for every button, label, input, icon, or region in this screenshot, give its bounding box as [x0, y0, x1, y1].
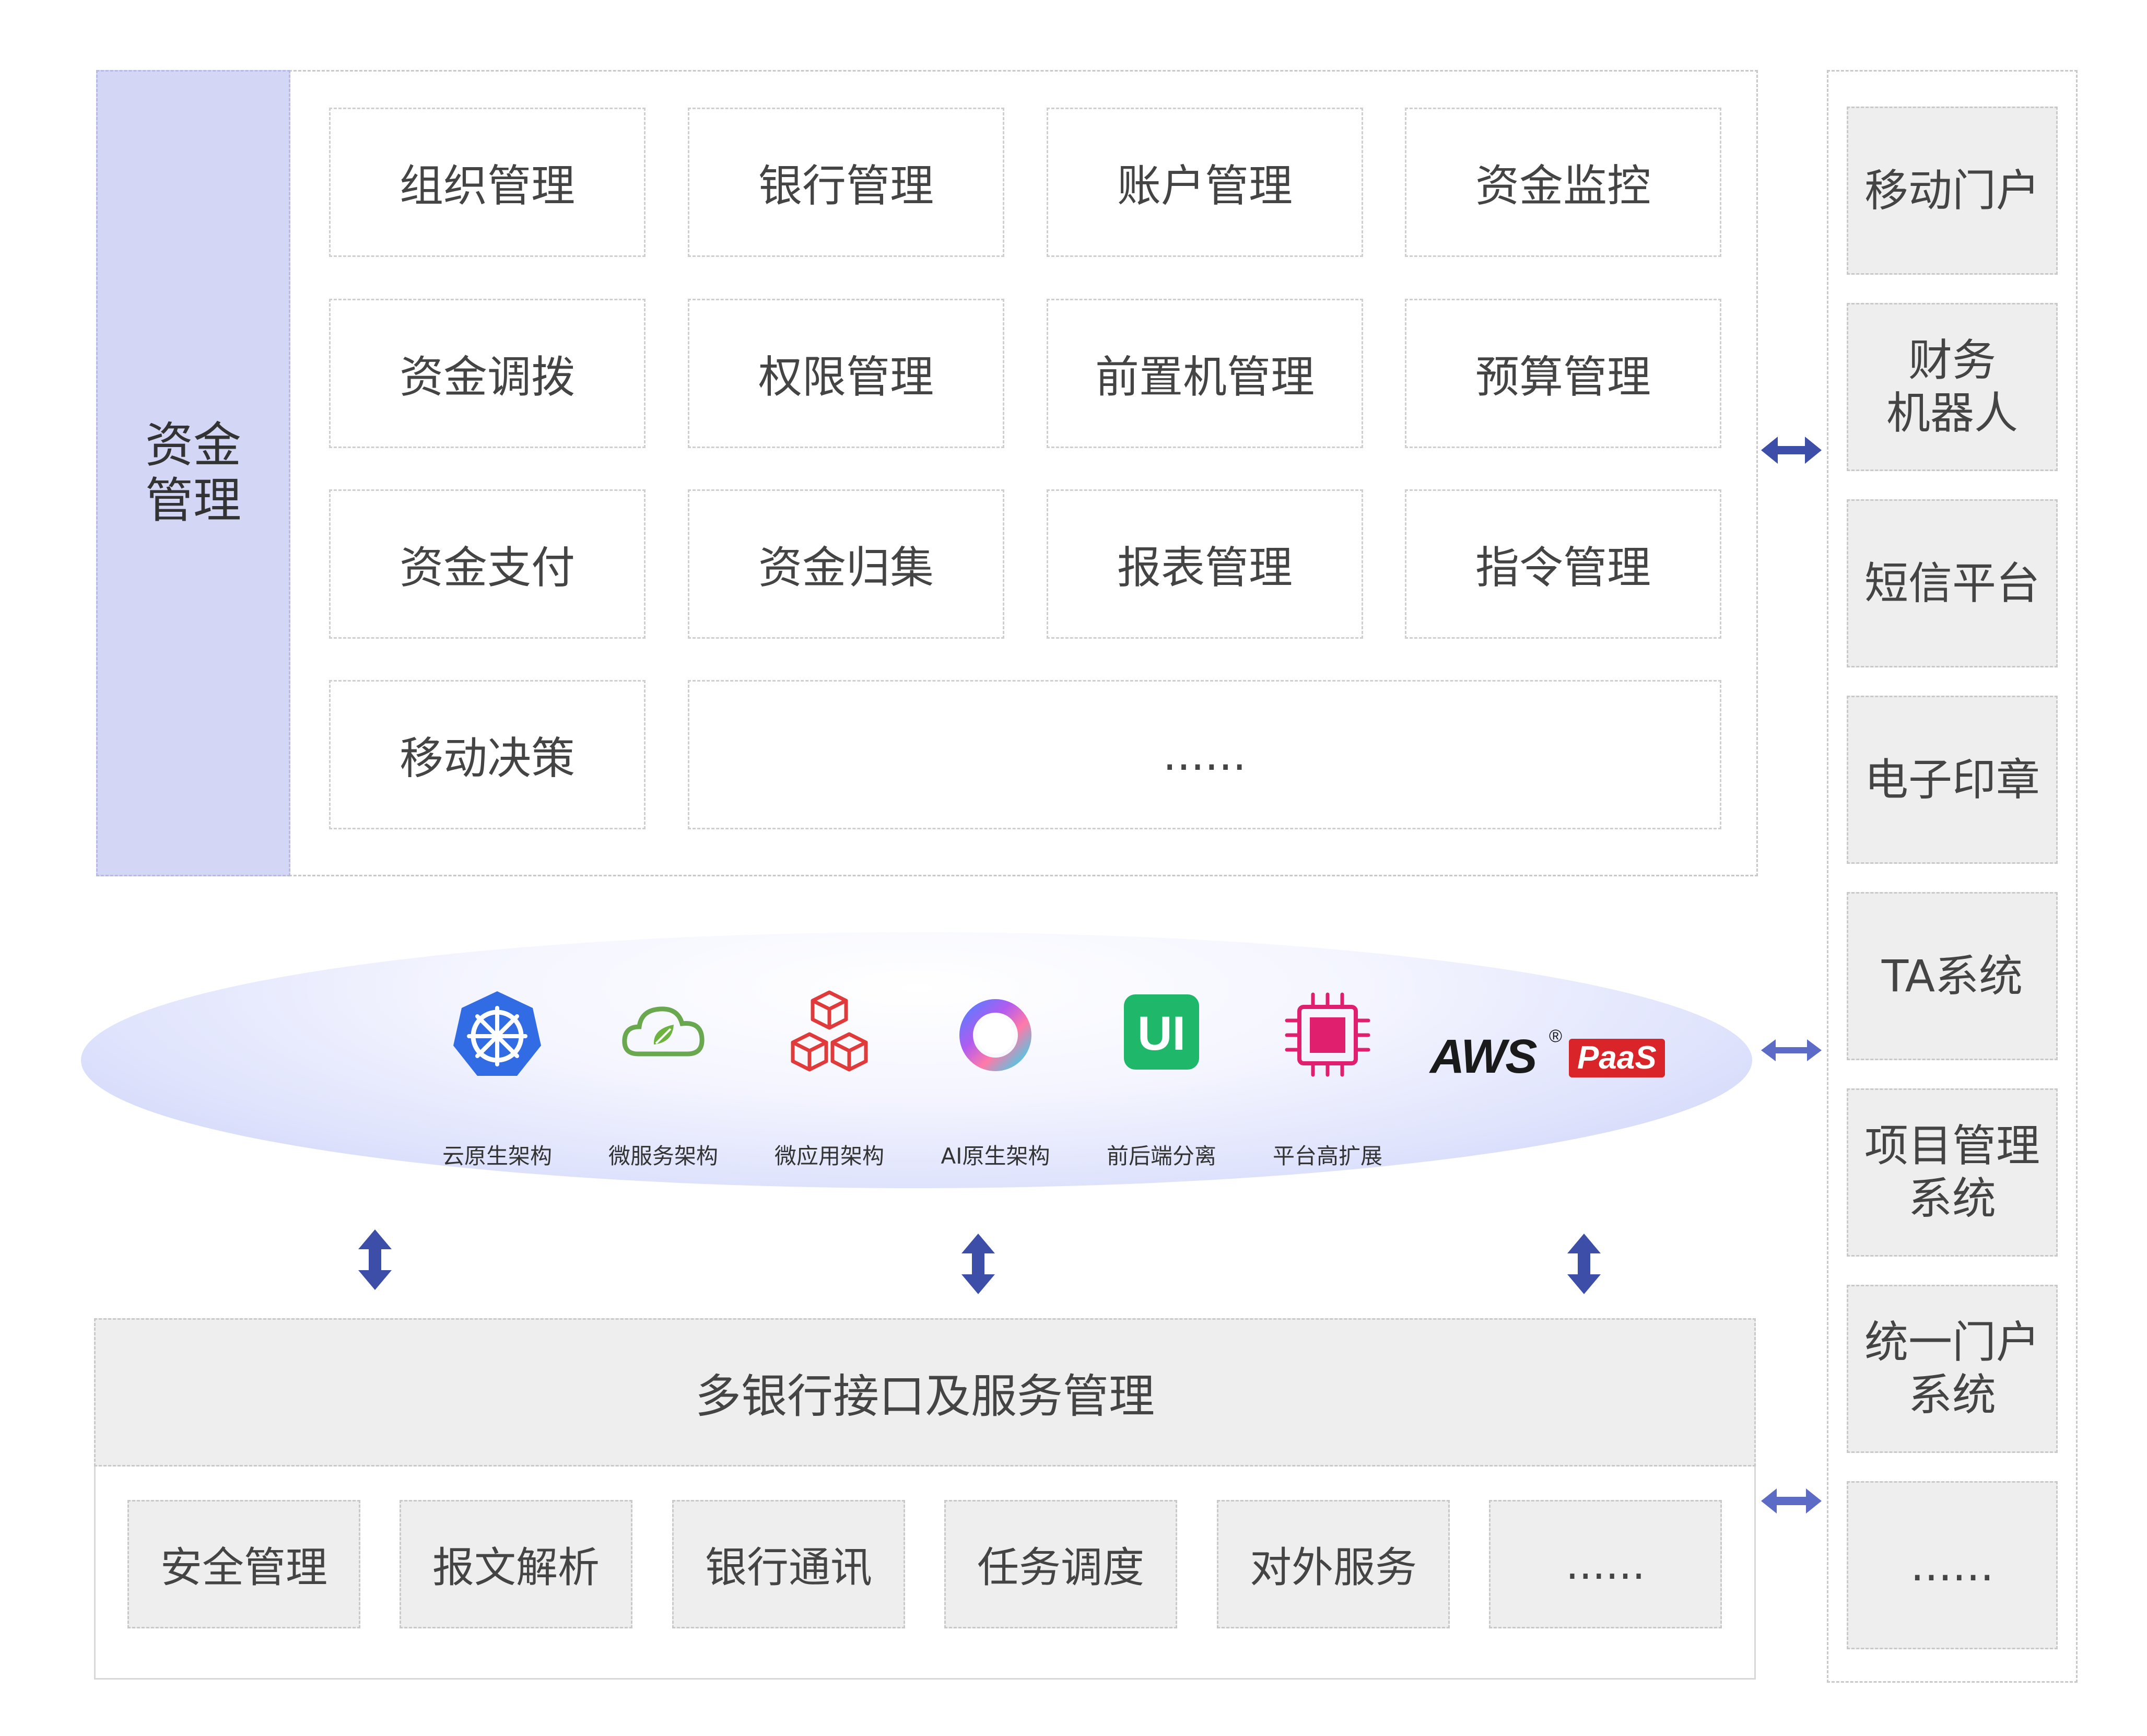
module-box: 资金支付 [329, 489, 646, 639]
external-system-box: 电子印章 [1847, 696, 2058, 864]
interface-module-box: ...... [1489, 1500, 1722, 1628]
interface-module-box: 任务调度 [944, 1500, 1177, 1628]
cubes-icon [791, 990, 868, 1072]
ui-icon: UI [1124, 994, 1199, 1070]
ai-ring-icon [959, 999, 1031, 1071]
module-box: 报表管理 [1047, 489, 1363, 639]
module-box: ...... [688, 680, 1721, 829]
tech-label: 微服务架构 [608, 1143, 718, 1169]
svg-text:UI: UI [1137, 1007, 1186, 1060]
tech-label: 前后端分离 [1106, 1143, 1216, 1169]
interface-module-box: 安全管理 [127, 1500, 360, 1628]
interface-module-box: 对外服务 [1217, 1500, 1450, 1628]
tech-frontend-backend: UI 前后端分离 [1099, 987, 1224, 1175]
module-box: 预算管理 [1405, 299, 1721, 448]
registered-mark: ® [1549, 1026, 1563, 1046]
tech-microservice: 微服务架构 [601, 987, 726, 1175]
external-system-box: 移动门户 [1847, 107, 2058, 275]
module-box: 指令管理 [1405, 489, 1721, 639]
tech-cloud-native: 云原生架构 [435, 987, 560, 1175]
interface-module-box: 报文解析 [400, 1500, 632, 1628]
external-system-box: 短信平台 [1847, 499, 2058, 667]
funds-management-title: 资金 管理 [96, 70, 290, 876]
bidirectional-vertical-arrow-icon [358, 1229, 392, 1290]
module-box: 银行管理 [688, 108, 1004, 257]
tech-label: 平台高扩展 [1272, 1143, 1382, 1169]
module-box: 资金调拨 [329, 299, 646, 448]
bidirectional-vertical-arrow-icon [1567, 1234, 1601, 1294]
external-system-box: ...... [1847, 1481, 2058, 1649]
bidirectional-horizontal-arrow-icon [1761, 1488, 1822, 1514]
spring-cloud-icon [622, 1006, 705, 1057]
module-box: 移动决策 [329, 680, 646, 829]
tech-label: AI原生架构 [941, 1143, 1050, 1169]
module-box: 权限管理 [688, 299, 1004, 448]
external-system-box: 项目管理 系统 [1847, 1088, 2058, 1257]
chip-icon [1285, 992, 1370, 1077]
interface-title: 多银行接口及服务管理 [94, 1318, 1756, 1467]
tech-high-extension: 平台高扩展 [1265, 987, 1390, 1175]
module-box: 账户管理 [1047, 108, 1363, 257]
tech-label: 微应用架构 [774, 1143, 884, 1169]
tech-ai-native: AI原生架构 [933, 987, 1058, 1175]
bidirectional-horizontal-arrow-icon [1761, 1039, 1822, 1061]
paas-badge: PaaS [1569, 1039, 1665, 1077]
external-system-box: 统一门户 系统 [1847, 1285, 2058, 1453]
external-system-box: TA系统 [1847, 892, 2058, 1060]
tech-micro-app: 微应用架构 [767, 987, 892, 1175]
tech-label: 云原生架构 [442, 1143, 552, 1169]
external-system-box: 财务 机器人 [1847, 303, 2058, 471]
module-box: 组织管理 [329, 108, 646, 257]
module-box: 前置机管理 [1047, 299, 1363, 448]
aws-paas-logo: AWS ® PaaS [1430, 1026, 1681, 1089]
interface-module-box: 银行通讯 [672, 1500, 905, 1628]
bidirectional-horizontal-arrow-icon [1761, 437, 1822, 464]
aws-wordmark: AWS [1430, 1030, 1538, 1083]
kubernetes-icon [453, 991, 541, 1076]
module-box: 资金监控 [1405, 108, 1721, 257]
module-box: 资金归集 [688, 489, 1004, 639]
bidirectional-vertical-arrow-icon [961, 1234, 995, 1294]
